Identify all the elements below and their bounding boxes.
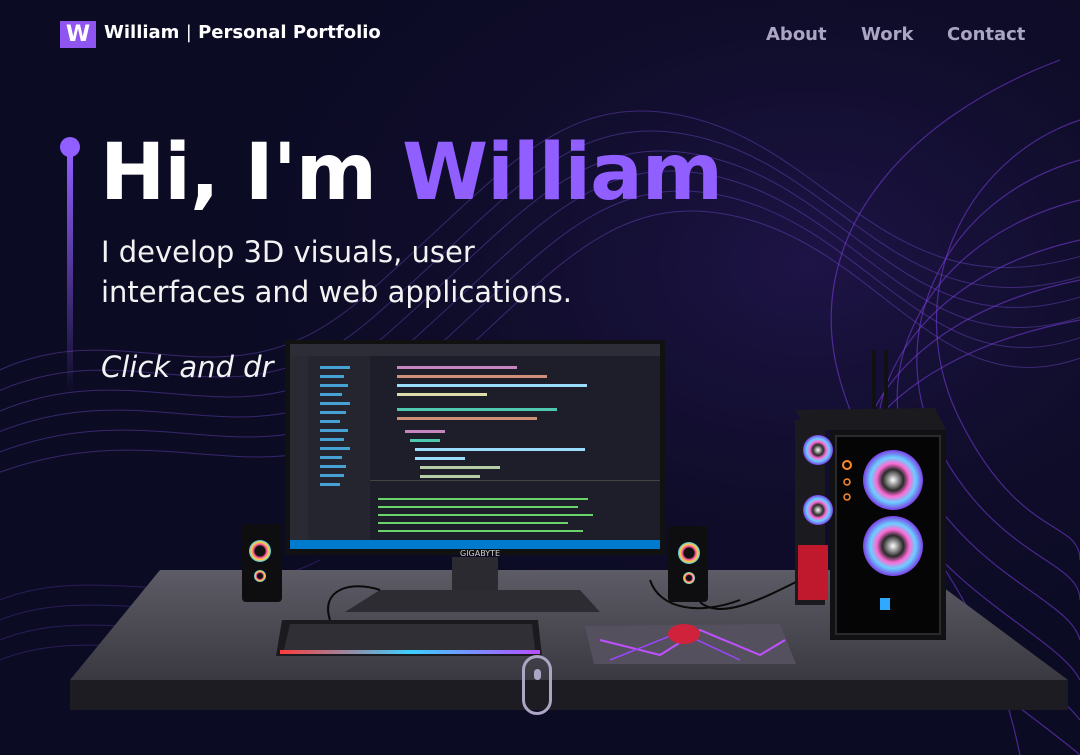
pc-tower — [795, 350, 946, 640]
mousepad — [585, 624, 796, 664]
mouse-scroll-icon[interactable] — [522, 655, 552, 715]
keyboard — [276, 620, 542, 656]
computer-3d-scene[interactable]: GIGABYTE — [0, 0, 1080, 755]
speaker-right — [668, 526, 708, 602]
speaker-left — [242, 524, 282, 602]
scroll-indicator-ball — [534, 669, 541, 680]
monitor-brand: GIGABYTE — [460, 549, 500, 558]
